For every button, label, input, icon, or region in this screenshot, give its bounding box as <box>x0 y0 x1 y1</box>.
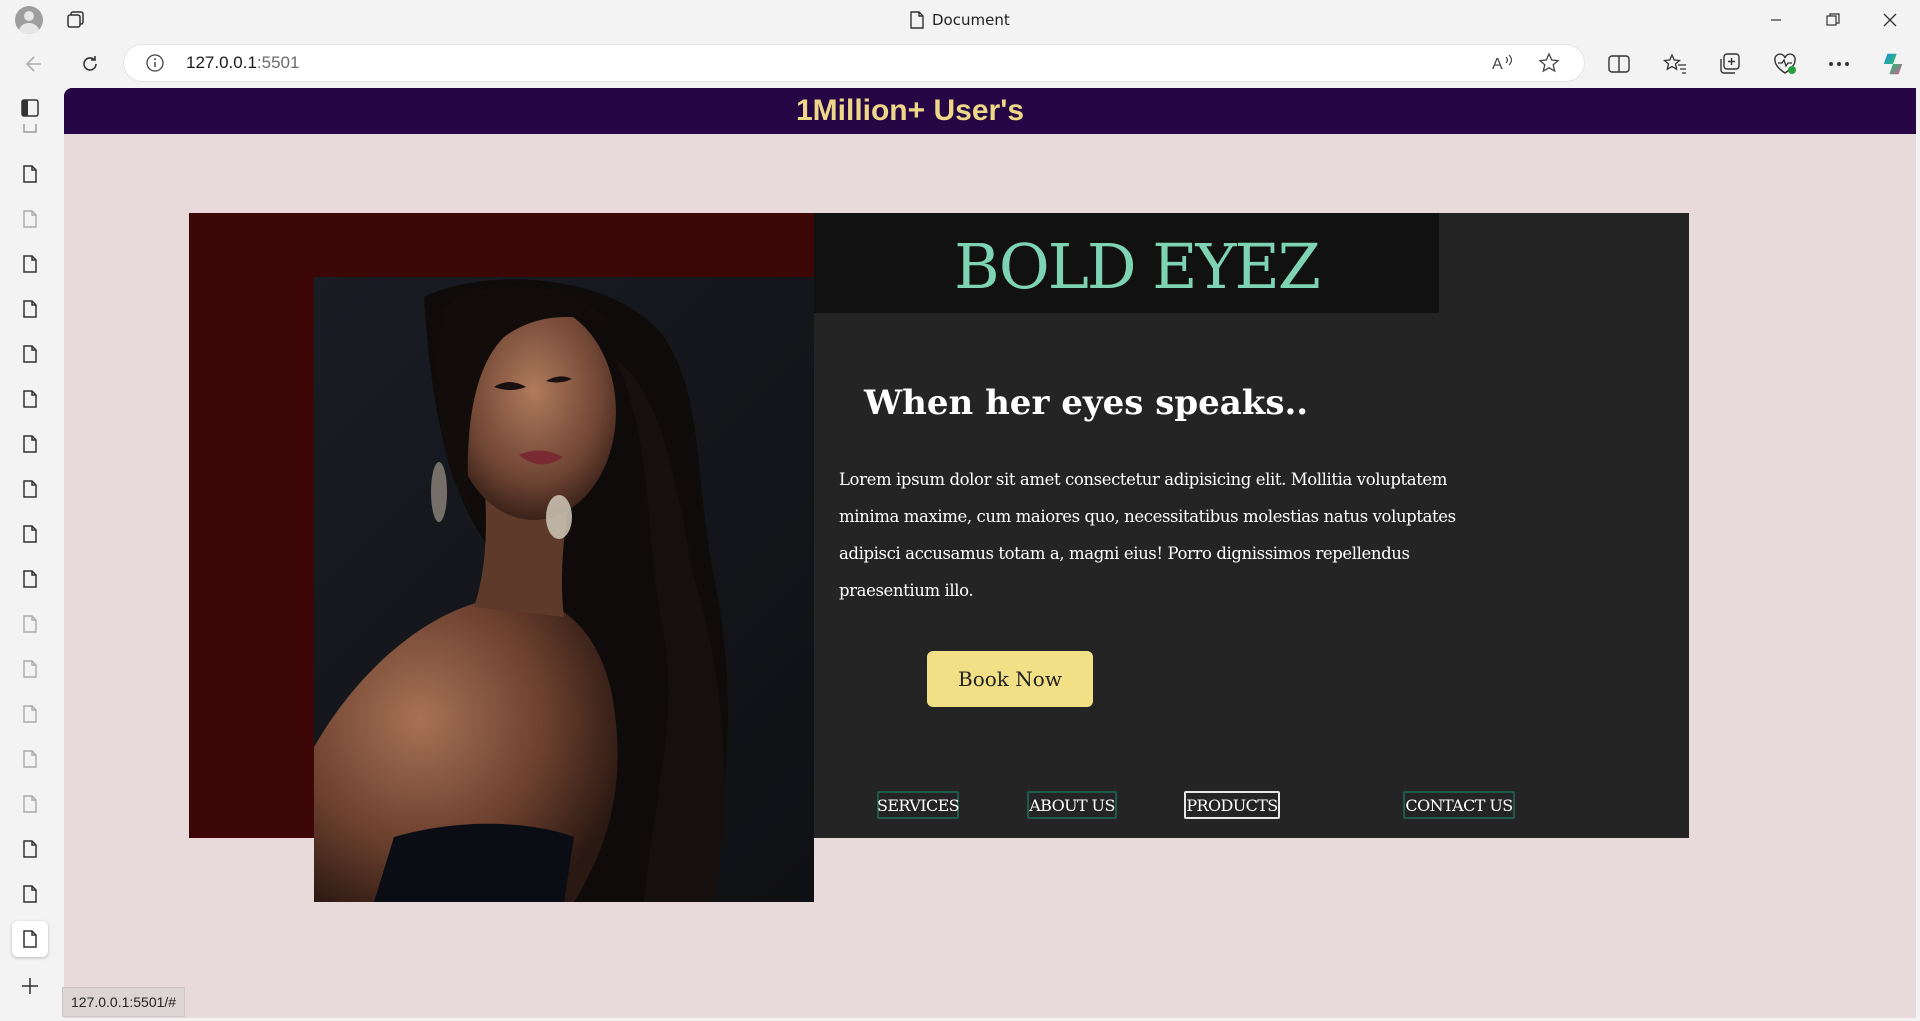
browser-titlebar: Document <box>0 0 1920 40</box>
promo-banner-text: 1Million+ User's <box>795 94 1025 127</box>
minimize-button[interactable] <box>1748 0 1804 40</box>
portrait-photo <box>314 277 814 902</box>
nav-link-services[interactable]: SERVICES <box>877 791 960 819</box>
tab-document-icon[interactable] <box>12 696 48 732</box>
url-host: 127.0.0.1 <box>186 53 257 72</box>
favorite-star-icon[interactable] <box>1538 52 1560 74</box>
hero-description: Lorem ipsum dolor sit amet consectetur a… <box>839 470 1456 600</box>
url-port: :5501 <box>256 53 300 72</box>
collections-icon[interactable] <box>1717 51 1743 77</box>
read-aloud-icon[interactable]: A <box>1492 52 1514 74</box>
tab-document-icon[interactable] <box>12 426 48 462</box>
back-button[interactable] <box>20 50 48 78</box>
window-title: Document <box>910 10 1010 30</box>
book-now-button[interactable]: Book Now <box>927 651 1093 707</box>
tab-document-icon[interactable] <box>12 606 48 642</box>
tab-document-icon[interactable] <box>12 516 48 552</box>
tab-document-icon[interactable] <box>12 876 48 912</box>
url-text[interactable]: 127.0.0.1:5501 <box>186 53 299 73</box>
tab-actions-icon[interactable] <box>66 10 86 30</box>
tab-document-icon[interactable] <box>12 381 48 417</box>
tab-document-icon[interactable] <box>12 336 48 372</box>
tab-document-icon[interactable] <box>12 124 48 138</box>
refresh-button[interactable] <box>76 50 104 78</box>
hero-section: BOLD EYEZ When her eyes speaks.. Lorem i… <box>189 213 1689 902</box>
brand-logo-text: BOLD EYEZ <box>954 229 1321 303</box>
promo-banner: 1Million+ User's <box>64 88 1916 134</box>
tab-document-icon[interactable] <box>12 561 48 597</box>
document-icon <box>910 11 924 29</box>
tab-document-icon[interactable] <box>12 651 48 687</box>
profile-avatar-icon[interactable] <box>15 6 43 34</box>
tab-document-icon[interactable] <box>12 471 48 507</box>
split-screen-icon[interactable] <box>1606 51 1632 77</box>
tab-document-icon[interactable] <box>12 201 48 237</box>
nav-link-contact-us[interactable]: CONTACT US <box>1403 791 1515 819</box>
nav-link-about-us[interactable]: ABOUT US <box>1027 791 1117 819</box>
restore-button[interactable] <box>1805 0 1861 40</box>
tab-panel-toggle-icon[interactable] <box>12 90 48 126</box>
copilot-icon[interactable] <box>1880 51 1906 77</box>
page-viewport: 1Million+ User's BOLD EYEZ When her eyes… <box>64 88 1916 1018</box>
browser-essentials-icon[interactable] <box>1772 51 1798 77</box>
window-title-text: Document <box>932 11 1010 29</box>
favorites-icon[interactable] <box>1662 51 1688 77</box>
new-tab-plus-icon[interactable] <box>12 968 48 1004</box>
tab-document-icon[interactable] <box>12 246 48 282</box>
link-status-tooltip: 127.0.0.1:5501/# <box>62 987 186 1017</box>
tab-document-icon[interactable] <box>12 831 48 867</box>
hero-tagline: When her eyes speaks.. <box>864 383 1309 423</box>
tab-document-icon[interactable] <box>12 786 48 822</box>
tab-document-icon[interactable] <box>12 741 48 777</box>
address-bar[interactable]: 127.0.0.1:5501 A <box>124 45 1584 81</box>
tab-document-icon[interactable] <box>12 156 48 192</box>
close-window-button[interactable] <box>1862 0 1918 40</box>
vertical-tabs-sidebar <box>0 88 62 1021</box>
tab-document-icon[interactable] <box>12 291 48 327</box>
svg-text:A: A <box>1492 56 1503 73</box>
site-info-icon[interactable] <box>146 54 164 72</box>
tab-document-icon-active[interactable] <box>12 921 48 957</box>
more-options-icon[interactable] <box>1826 51 1852 77</box>
browser-toolbar: 127.0.0.1:5501 A <box>0 42 1920 84</box>
nav-link-products[interactable]: PRODUCTS <box>1184 791 1280 819</box>
brand-header: BOLD EYEZ <box>814 213 1439 313</box>
